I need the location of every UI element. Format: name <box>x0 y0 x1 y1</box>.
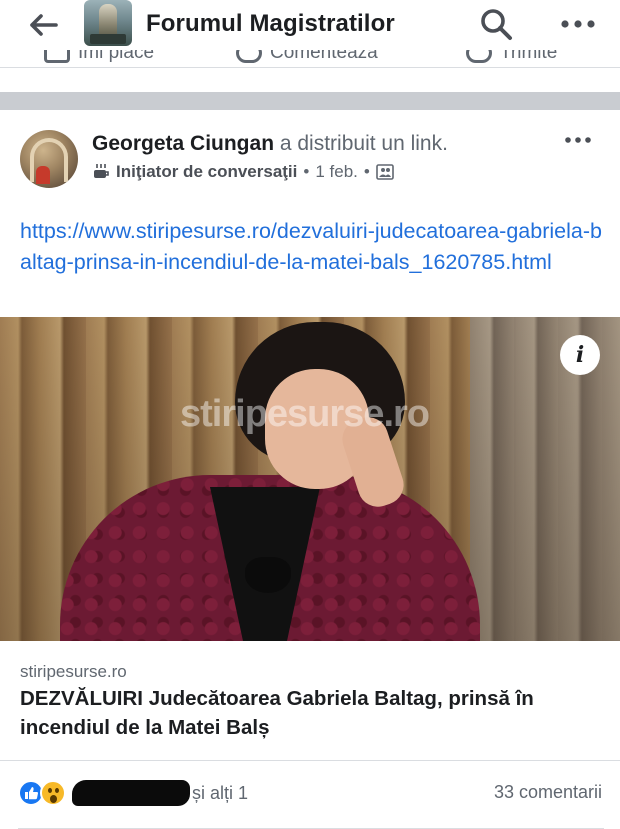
coffee-cup-icon <box>94 164 109 178</box>
comment-label: Comentează <box>270 50 378 63</box>
meta-dot: • <box>363 162 370 181</box>
feed-separator <box>0 92 620 110</box>
reaction-others-text: și alți 1 <box>192 782 249 803</box>
link-preview-image[interactable]: stiripesurse.ro i <box>0 317 620 641</box>
like-label: Îmi place <box>78 50 155 63</box>
statue-figure <box>99 4 117 38</box>
post-header-line: Georgeta Ciungan a distribuit un link. <box>92 132 448 156</box>
post-time[interactable]: 1 feb. <box>315 162 358 182</box>
previous-post-actions: Îmi place Comentează Trimite <box>0 50 620 68</box>
meta-dot: • <box>303 162 310 181</box>
post-meta: Iniţiator de conversaţii • 1 feb. • <box>92 162 394 182</box>
wow-reaction-icon <box>40 780 66 806</box>
share-label: Trimite <box>500 50 558 63</box>
group-title[interactable]: Forumul Magistratilor <box>146 10 395 38</box>
group-audience-icon <box>376 164 394 180</box>
portrait-bow <box>245 557 291 593</box>
comment-icon <box>236 50 262 63</box>
search-icon[interactable] <box>478 6 514 42</box>
top-bar: Forumul Magistratilor <box>0 0 620 50</box>
statue-base <box>90 34 126 44</box>
divider <box>0 760 620 761</box>
info-icon[interactable]: i <box>560 335 600 375</box>
post-action-text: a distribuit un link. <box>274 132 448 155</box>
share-icon <box>466 50 492 63</box>
link-headline[interactable]: DEZVĂLUIRI Judecătoarea Gabriela Baltag,… <box>20 684 610 742</box>
redacted-names <box>72 780 190 806</box>
avatar-person <box>36 166 50 184</box>
author-avatar[interactable] <box>20 130 78 188</box>
link-domain: stiripesurse.ro <box>20 662 127 681</box>
share-action[interactable]: Trimite <box>466 50 557 64</box>
author-name[interactable]: Georgeta Ciungan <box>92 132 274 155</box>
reaction-summary[interactable]: și alți 1 <box>18 780 248 806</box>
back-arrow-icon[interactable] <box>26 8 60 42</box>
conversation-starter-badge: Iniţiator de conversaţii <box>116 162 298 181</box>
shared-link-url[interactable]: https://www.stiripesurse.ro/dezvaluiri-j… <box>20 216 605 278</box>
like-icon <box>44 50 70 63</box>
comment-count[interactable]: 33 comentarii <box>494 782 602 803</box>
portrait-photo <box>60 317 480 641</box>
more-options-icon[interactable] <box>560 8 596 40</box>
post-card: Georgeta Ciungan a distribuit un link. I… <box>0 110 620 829</box>
like-action[interactable]: Îmi place <box>44 50 154 64</box>
comment-action[interactable]: Comentează <box>236 50 378 64</box>
group-avatar[interactable] <box>84 0 132 46</box>
post-more-options-icon[interactable] <box>560 128 596 152</box>
image-watermark: stiripesurse.ro <box>180 393 430 435</box>
